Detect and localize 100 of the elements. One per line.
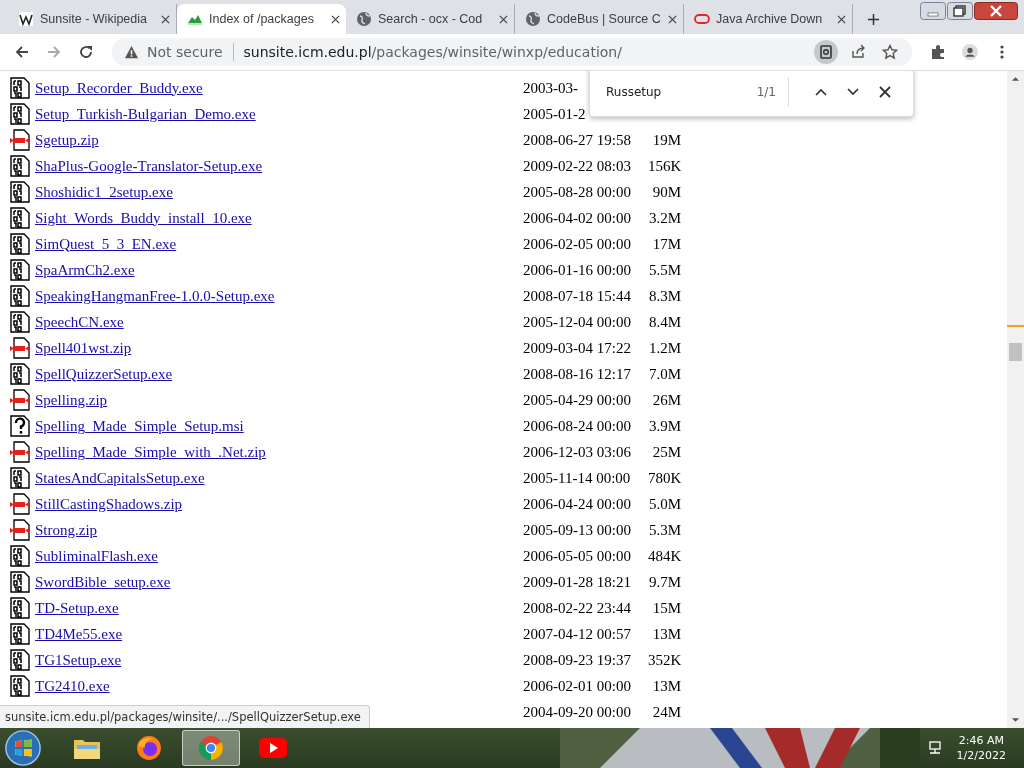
binary-file-icon bbox=[10, 181, 30, 203]
close-icon[interactable] bbox=[161, 14, 170, 24]
file-link[interactable]: SubliminalFlash.exe bbox=[35, 547, 158, 564]
start-button[interactable] bbox=[4, 729, 42, 767]
browser-tab[interactable]: CodeBus | Source C bbox=[515, 4, 684, 34]
star-icon[interactable] bbox=[882, 44, 898, 60]
binary-file-icon bbox=[10, 623, 30, 645]
file-link[interactable]: TG1Setup.exe bbox=[35, 651, 122, 668]
file-date: 2006-12-03 03:06 bbox=[523, 443, 631, 460]
file-link[interactable]: Spelling.zip bbox=[35, 391, 108, 408]
file-link[interactable]: SpellQuizzerSetup.exe bbox=[35, 365, 173, 382]
file-link[interactable]: SpaArmCh2.exe bbox=[35, 261, 135, 278]
close-icon[interactable] bbox=[879, 86, 891, 98]
security-label: Not secure bbox=[147, 44, 223, 60]
find-icon[interactable] bbox=[814, 40, 838, 64]
match-count: 1/1 bbox=[756, 85, 776, 99]
reload-icon[interactable] bbox=[78, 44, 94, 60]
binary-file-icon bbox=[10, 233, 30, 255]
file-link[interactable]: TG2410.exe bbox=[35, 677, 110, 694]
file-link[interactable]: SwordBible_setup.exe bbox=[35, 573, 171, 590]
close-icon[interactable] bbox=[499, 14, 508, 24]
zip-file-icon bbox=[10, 441, 30, 463]
new-tab-icon[interactable] bbox=[867, 13, 880, 26]
share-icon[interactable] bbox=[850, 44, 866, 60]
file-size: 3.2M bbox=[648, 209, 681, 227]
file-size: 26M bbox=[651, 391, 681, 409]
file-size: 17M bbox=[651, 235, 681, 253]
file-link[interactable]: SpeakingHangmanFree-1.0.0-Setup.exe bbox=[35, 287, 275, 304]
file-size: 352K bbox=[648, 651, 681, 669]
oracle-icon bbox=[694, 11, 710, 27]
scrollbar[interactable] bbox=[1007, 71, 1024, 728]
file-link[interactable]: ShaPlus-Google-Translator-Setup.exe bbox=[35, 157, 263, 174]
file-size: 780K bbox=[648, 469, 681, 487]
file-date: 2006-08-24 00:00 bbox=[523, 417, 631, 434]
chevron-down-icon[interactable] bbox=[847, 86, 859, 98]
file-link[interactable]: SimQuest_5_3_EN.exe bbox=[35, 235, 177, 252]
file-link[interactable]: TD-Setup.exe bbox=[35, 599, 119, 616]
network-icon[interactable] bbox=[926, 740, 943, 756]
binary-file-icon bbox=[10, 649, 30, 671]
binary-file-icon bbox=[10, 207, 30, 229]
close-icon[interactable] bbox=[837, 14, 846, 24]
file-link[interactable]: Shoshidic1_2setup.exe bbox=[35, 183, 173, 200]
file-link[interactable]: Spelling_Made_Simple_with_.Net.zip bbox=[35, 443, 266, 460]
file-link[interactable]: SpeechCN.exe bbox=[35, 313, 124, 330]
binary-file-icon bbox=[10, 571, 30, 593]
find-query[interactable]: Russetup bbox=[606, 85, 757, 99]
file-link[interactable]: Sight_Words_Buddy_install_10.exe bbox=[35, 209, 252, 226]
file-size: 5.0M bbox=[648, 495, 681, 513]
scroll-up-icon[interactable] bbox=[1011, 76, 1020, 82]
file-link[interactable]: Setup_Recorder_Buddy.exe bbox=[35, 79, 203, 96]
close-icon[interactable] bbox=[331, 14, 340, 24]
file-size: 5.3M bbox=[648, 521, 681, 539]
browser-tab[interactable]: Search - ocx - Cod bbox=[346, 4, 515, 34]
binary-file-icon bbox=[10, 77, 30, 99]
binary-file-icon bbox=[10, 363, 30, 385]
file-link[interactable]: Setup_Turkish-Bulgarian_Demo.exe bbox=[35, 105, 256, 122]
file-size: 1.2M bbox=[648, 339, 681, 357]
address-bar[interactable]: Not secure sunsite.icm.edu.pl/packages/winsite/winxp/education/ bbox=[112, 38, 912, 66]
chevron-up-icon[interactable] bbox=[815, 86, 827, 98]
profile-icon[interactable] bbox=[962, 44, 978, 60]
file-size: 5.5M bbox=[648, 261, 681, 279]
file-link[interactable]: StatesAndCapitalsSetup.exe bbox=[35, 469, 205, 486]
file-date: 2006-02-01 00:00 bbox=[523, 677, 631, 694]
file-link[interactable]: TD4Me55.exe bbox=[35, 625, 123, 642]
binary-file-icon bbox=[10, 675, 30, 697]
file-date: 2005-12-04 00:00 bbox=[523, 313, 631, 330]
back-icon[interactable] bbox=[14, 44, 30, 60]
file-date: 2006-01-16 00:00 bbox=[523, 261, 631, 278]
file-link[interactable]: Strong.zip bbox=[35, 521, 98, 538]
status-url: sunsite.icm.edu.pl/packages/winsite/.../SpellQuizzerSetup.exe bbox=[0, 705, 370, 728]
file-date: 2009-01-28 18:21 bbox=[523, 573, 631, 590]
file-date: 2006-02-05 00:00 bbox=[523, 235, 631, 252]
file-link[interactable]: Sgetup.zip bbox=[35, 131, 99, 148]
close-window-icon[interactable] bbox=[974, 2, 1018, 20]
binary-file-icon bbox=[10, 545, 30, 567]
warning-icon bbox=[124, 44, 139, 60]
globe-icon bbox=[356, 11, 372, 27]
browser-tab[interactable]: Index of /packages bbox=[177, 4, 346, 34]
file-date: 2005-11-14 00:00 bbox=[523, 469, 631, 486]
file-link[interactable]: Spelling_Made_Simple_Setup.msi bbox=[35, 417, 244, 434]
clock-time: 2:46 AM bbox=[958, 733, 1004, 748]
file-link[interactable]: Spell401wst.zip bbox=[35, 339, 132, 356]
zip-file-icon bbox=[10, 389, 30, 411]
scroll-down-icon[interactable] bbox=[1011, 717, 1020, 723]
binary-file-icon bbox=[10, 597, 30, 619]
file-size: 484K bbox=[648, 547, 681, 565]
restore-icon[interactable] bbox=[947, 2, 973, 20]
file-size: 90M bbox=[651, 183, 681, 201]
file-link[interactable]: StillCastingShadows.zip bbox=[35, 495, 183, 512]
file-size: 25M bbox=[651, 443, 681, 461]
file-size: 15M bbox=[651, 599, 681, 617]
browser-tab[interactable]: Java Archive Down bbox=[684, 4, 853, 34]
puzzle-icon[interactable] bbox=[930, 44, 946, 60]
binary-file-icon bbox=[10, 285, 30, 307]
zip-file-icon bbox=[10, 129, 30, 151]
scroll-thumb[interactable] bbox=[1009, 343, 1022, 361]
file-date: 2008-07-18 15:44 bbox=[523, 287, 631, 304]
browser-tab[interactable]: Sunsite - Wikipedia bbox=[8, 4, 177, 34]
binary-file-icon bbox=[10, 103, 30, 125]
close-icon[interactable] bbox=[668, 14, 677, 24]
